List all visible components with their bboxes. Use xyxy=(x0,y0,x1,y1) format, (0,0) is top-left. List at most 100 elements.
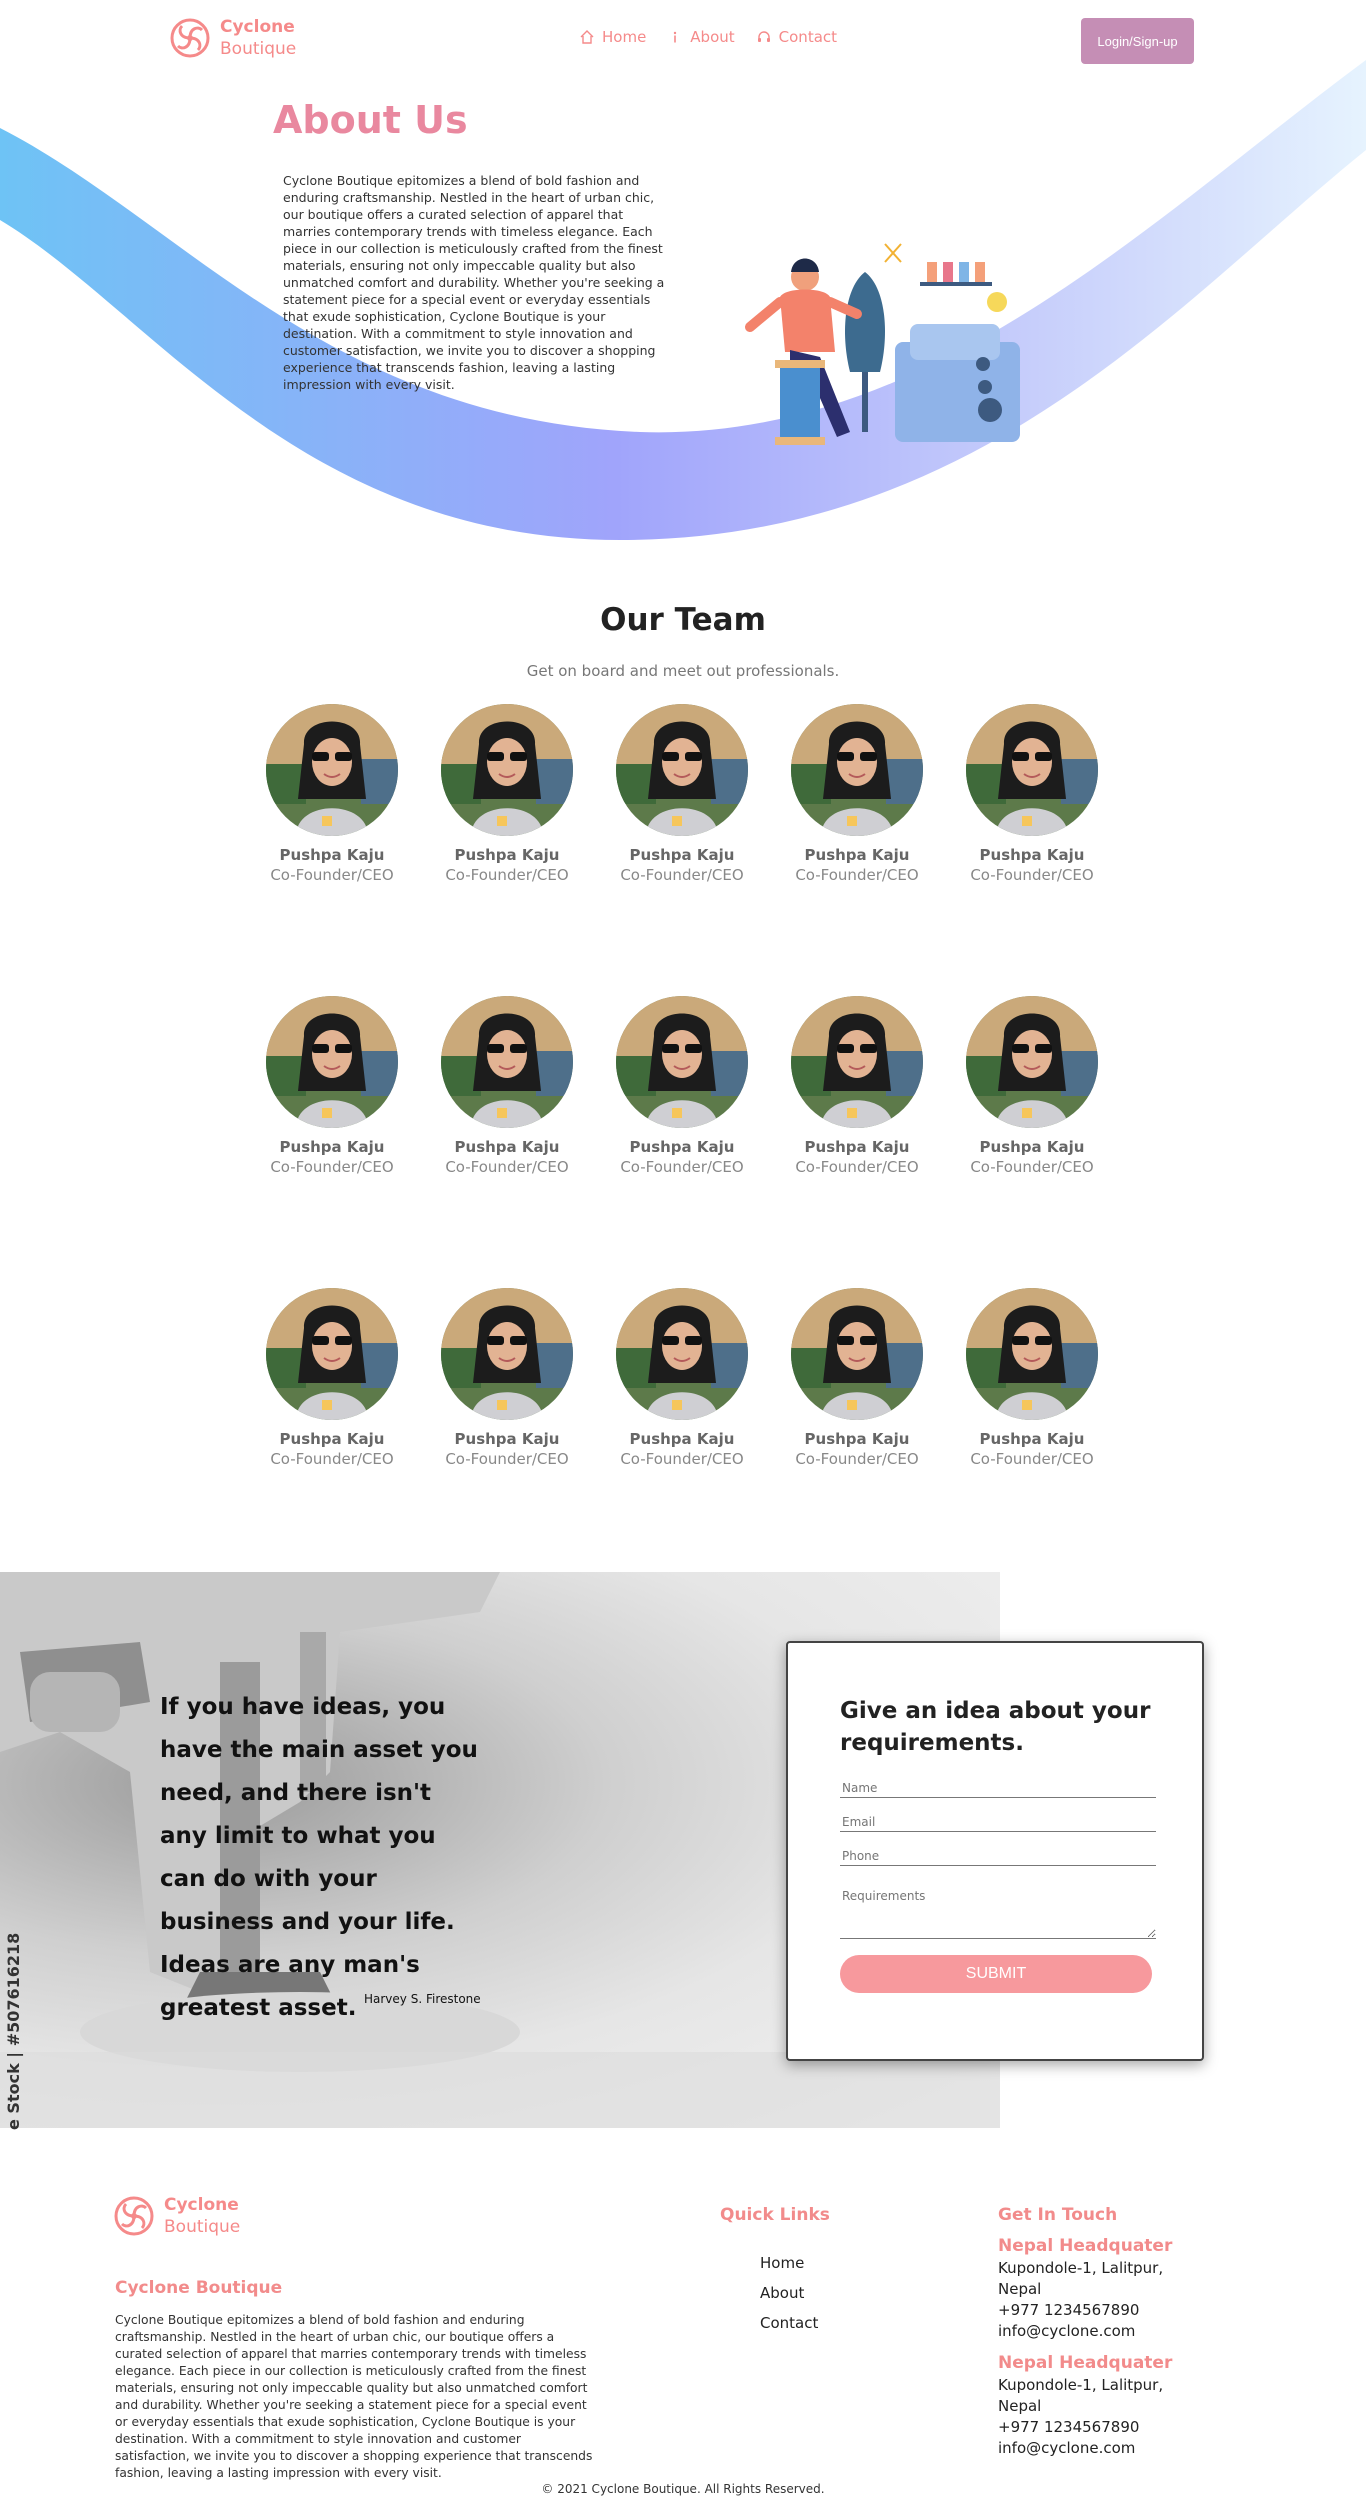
requirements-field[interactable] xyxy=(840,1887,1156,1939)
team-member-photo xyxy=(791,704,923,836)
cyclone-logo-icon xyxy=(114,2196,154,2236)
team-member-name: Pushpa Kaju xyxy=(454,846,560,864)
headquarter-block: Nepal Headquater Kupondole-1, Lalitpur, … xyxy=(998,2351,1178,2459)
team-member-card: Pushpa Kaju Co-Founder/CEO xyxy=(612,996,752,1176)
brand-name-line1: Cyclone xyxy=(220,17,295,37)
team-member-role: Co-Founder/CEO xyxy=(270,1450,394,1468)
info-icon xyxy=(674,31,677,43)
team-member-photo xyxy=(966,1288,1098,1420)
team-subtitle: Get on board and meet out professionals. xyxy=(526,662,840,680)
team-member-photo xyxy=(791,996,923,1128)
name-field[interactable] xyxy=(840,1779,1156,1798)
team-member-photo xyxy=(966,704,1098,836)
team-member-role: Co-Founder/CEO xyxy=(445,866,569,884)
team-member-name: Pushpa Kaju xyxy=(279,1138,385,1156)
nav-contact[interactable]: Contact xyxy=(757,28,837,46)
quick-link-contact[interactable]: Contact xyxy=(760,2308,818,2338)
headquarter-block: Nepal Headquater Kupondole-1, Lalitpur, … xyxy=(998,2234,1178,2342)
nav-home[interactable]: Home xyxy=(580,28,646,46)
team-member-name: Pushpa Kaju xyxy=(979,846,1085,864)
team-member-card: Pushpa Kaju Co-Founder/CEO xyxy=(262,704,402,884)
nav-contact-label: Contact xyxy=(778,28,838,46)
submit-button[interactable]: SUBMIT xyxy=(840,1955,1152,1993)
footer-brand-line2: Boutique xyxy=(164,2217,241,2237)
headquarter-email[interactable]: info@cyclone.com xyxy=(998,2438,1178,2459)
team-member-card: Pushpa Kaju Co-Founder/CEO xyxy=(262,1288,402,1468)
nav-home-label: Home xyxy=(602,28,647,46)
team-member-card: Pushpa Kaju Co-Founder/CEO xyxy=(787,1288,927,1468)
team-member-photo xyxy=(791,1288,923,1420)
team-member-role: Co-Founder/CEO xyxy=(970,1158,1094,1176)
team-member-card: Pushpa Kaju Co-Founder/CEO xyxy=(437,704,577,884)
team-member-card: Pushpa Kaju Co-Founder/CEO xyxy=(962,1288,1102,1468)
team-member-role: Co-Founder/CEO xyxy=(270,1158,394,1176)
cyclone-logo-icon xyxy=(170,18,210,58)
team-member-role: Co-Founder/CEO xyxy=(620,1450,744,1468)
quote-text: If you have ideas, you have the main ass… xyxy=(160,1694,478,2021)
team-member-name: Pushpa Kaju xyxy=(804,1430,910,1448)
team-member-photo xyxy=(616,704,748,836)
phone-field[interactable] xyxy=(840,1847,1156,1866)
form-title: Give an idea about your requirements. xyxy=(840,1698,1151,1756)
team-member-card: Pushpa Kaju Co-Founder/CEO xyxy=(612,704,752,884)
team-member-card: Pushpa Kaju Co-Founder/CEO xyxy=(262,996,402,1176)
brand-logo[interactable]: Cyclone Boutique xyxy=(170,16,296,60)
team-member-name: Pushpa Kaju xyxy=(979,1430,1085,1448)
login-signup-button[interactable]: Login/Sign-up xyxy=(1081,18,1194,64)
nav-about[interactable]: About xyxy=(668,28,735,46)
footer-logo[interactable]: Cyclone Boutique xyxy=(114,2194,240,2238)
home-icon xyxy=(580,30,594,44)
quick-link-home[interactable]: Home xyxy=(760,2248,818,2278)
team-member-role: Co-Founder/CEO xyxy=(795,866,919,884)
email-field[interactable] xyxy=(840,1813,1156,1832)
tailor-illustration xyxy=(745,243,1020,445)
team-member-card: Pushpa Kaju Co-Founder/CEO xyxy=(437,996,577,1176)
team-member-name: Pushpa Kaju xyxy=(629,1138,735,1156)
team-member-photo xyxy=(266,1288,398,1420)
team-member-card: Pushpa Kaju Co-Founder/CEO xyxy=(612,1288,752,1468)
team-member-role: Co-Founder/CEO xyxy=(620,1158,744,1176)
headquarter-address: Kupondole-1, Lalitpur, Nepal xyxy=(998,2376,1164,2415)
about-description: Cyclone Boutique epitomizes a blend of b… xyxy=(283,173,665,392)
team-member-name: Pushpa Kaju xyxy=(279,846,385,864)
headquarter-phone[interactable]: +977 1234567890 xyxy=(998,2300,1178,2321)
stock-watermark-label: e Stock | #507616218 xyxy=(4,1932,23,2130)
quick-links-title: Quick Links xyxy=(720,2205,830,2225)
team-member-photo xyxy=(966,996,1098,1128)
team-member-photo xyxy=(441,704,573,836)
team-member-photo xyxy=(266,704,398,836)
main-nav: Home About Contact xyxy=(580,28,837,46)
copyright: © 2021 Cyclone Boutique. All Rights Rese… xyxy=(541,2482,825,2496)
team-member-card: Pushpa Kaju Co-Founder/CEO xyxy=(962,996,1102,1176)
team-member-photo xyxy=(616,1288,748,1420)
team-member-name: Pushpa Kaju xyxy=(629,1430,735,1448)
nav-about-label: About xyxy=(690,28,735,46)
team-member-photo xyxy=(616,996,748,1128)
team-member-name: Pushpa Kaju xyxy=(454,1430,560,1448)
team-member-role: Co-Founder/CEO xyxy=(970,1450,1094,1468)
headset-icon xyxy=(757,31,770,42)
team-member-photo xyxy=(441,1288,573,1420)
team-member-role: Co-Founder/CEO xyxy=(270,866,394,884)
team-member-role: Co-Founder/CEO xyxy=(795,1158,919,1176)
headquarter-address: Kupondole-1, Lalitpur, Nepal xyxy=(998,2259,1164,2298)
team-member-name: Pushpa Kaju xyxy=(979,1138,1085,1156)
quick-link-about[interactable]: About xyxy=(760,2278,818,2308)
headquarter-phone[interactable]: +977 1234567890 xyxy=(998,2417,1178,2438)
team-member-name: Pushpa Kaju xyxy=(454,1138,560,1156)
team-member-name: Pushpa Kaju xyxy=(629,846,735,864)
team-member-card: Pushpa Kaju Co-Founder/CEO xyxy=(787,996,927,1176)
team-member-role: Co-Founder/CEO xyxy=(970,866,1094,884)
team-member-card: Pushpa Kaju Co-Founder/CEO xyxy=(962,704,1102,884)
team-member-name: Pushpa Kaju xyxy=(804,1138,910,1156)
team-member-role: Co-Founder/CEO xyxy=(445,1158,569,1176)
headquarter-email[interactable]: info@cyclone.com xyxy=(998,2321,1178,2342)
team-member-role: Co-Founder/CEO xyxy=(795,1450,919,1468)
footer-brand-line1: Cyclone xyxy=(164,2195,239,2215)
site-header: Cyclone Boutique Home About Contact Logi… xyxy=(0,0,1366,80)
team-member-card: Pushpa Kaju Co-Founder/CEO xyxy=(437,1288,577,1468)
team-member-role: Co-Founder/CEO xyxy=(620,866,744,884)
brand-name-line2: Boutique xyxy=(220,39,297,59)
team-title: Our Team xyxy=(600,602,766,638)
quote-author: Harvey S. Firestone xyxy=(364,1992,481,2006)
